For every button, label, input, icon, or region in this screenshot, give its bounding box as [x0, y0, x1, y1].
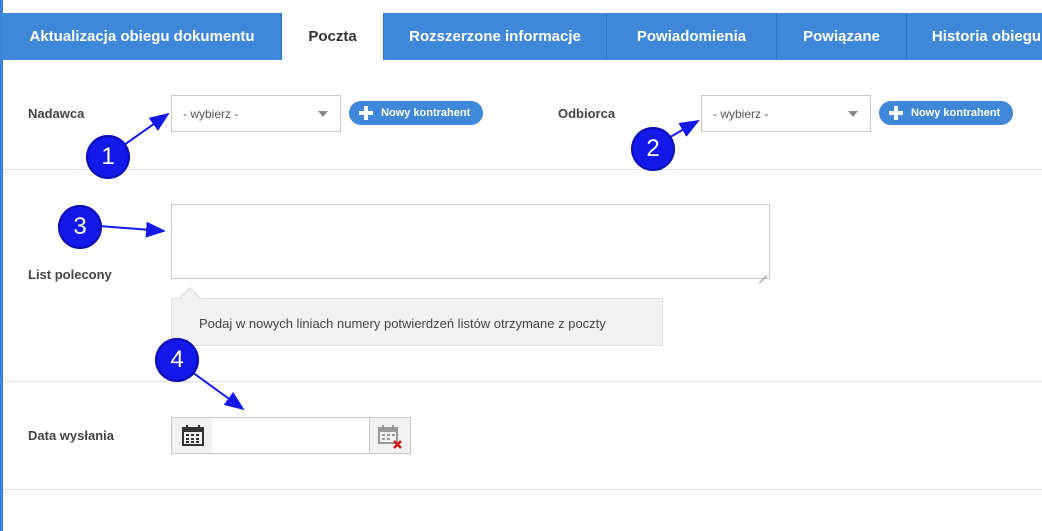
list-polecony-textarea[interactable] — [171, 204, 770, 279]
resize-handle-icon[interactable] — [759, 268, 767, 276]
nadawca-new-contractor-button[interactable]: Nowy kontrahent — [349, 101, 483, 125]
row-divider — [3, 169, 1042, 170]
calendar-icon — [182, 425, 204, 446]
clear-date-button[interactable] — [369, 417, 411, 454]
chevron-down-icon — [848, 111, 858, 117]
annotation-arrow-4 — [191, 371, 245, 411]
tab-poczta[interactable]: Poczta — [282, 13, 384, 60]
tab-historia-obiegu[interactable]: Historia obiegu — [907, 13, 1042, 60]
tooltip-arrow-fill — [180, 289, 200, 299]
calendar-clear-icon — [378, 425, 402, 449]
date-input-field[interactable] — [216, 419, 370, 454]
nadawca-new-contractor-label: Nowy kontrahent — [381, 107, 471, 119]
row-divider — [3, 381, 1042, 382]
tab-powiadomienia[interactable]: Powiadomienia — [607, 13, 777, 60]
odbiorca-new-contractor-button[interactable]: Nowy kontrahent — [879, 101, 1013, 125]
annotation-badge-1: 1 — [86, 135, 130, 179]
annotation-badge-2: 2 — [631, 127, 675, 171]
plus-icon — [359, 106, 373, 120]
date-picker — [171, 417, 411, 454]
nadawca-label: Nadawca — [28, 106, 85, 121]
annotation-arrow-3 — [98, 221, 166, 238]
tab-rozszerzone-informacje[interactable]: Rozszerzone informacje — [384, 13, 607, 60]
odbiorca-new-contractor-label: Nowy kontrahent — [911, 107, 1001, 119]
nadawca-select[interactable]: - wybierz - — [171, 95, 341, 132]
nadawca-select-value: - wybierz - — [183, 107, 239, 121]
annotation-badge-4: 4 — [155, 338, 199, 382]
list-polecony-label: List polecony — [28, 267, 112, 282]
tab-bar: Aktualizacja obiegu dokumentu Poczta Roz… — [3, 13, 1042, 60]
row-divider — [3, 489, 1042, 490]
calendar-button[interactable] — [171, 417, 213, 454]
list-polecony-hint: Podaj w nowych liniach numery potwierdze… — [171, 298, 663, 346]
odbiorca-select[interactable]: - wybierz - — [701, 95, 871, 132]
data-wyslania-label: Data wysłania — [28, 428, 114, 443]
left-border — [0, 0, 3, 531]
plus-icon — [889, 106, 903, 120]
hint-text: Podaj w nowych liniach numery potwierdze… — [199, 316, 606, 331]
tab-aktualizacja[interactable]: Aktualizacja obiegu dokumentu — [3, 13, 282, 60]
odbiorca-label: Odbiorca — [558, 106, 616, 121]
chevron-down-icon — [318, 111, 328, 117]
tab-powiazane[interactable]: Powiązane — [777, 13, 907, 60]
odbiorca-select-value: - wybierz - — [713, 107, 769, 121]
annotation-arrow-1 — [123, 112, 170, 146]
annotation-badge-3: 3 — [58, 205, 102, 249]
date-input[interactable] — [212, 417, 370, 454]
